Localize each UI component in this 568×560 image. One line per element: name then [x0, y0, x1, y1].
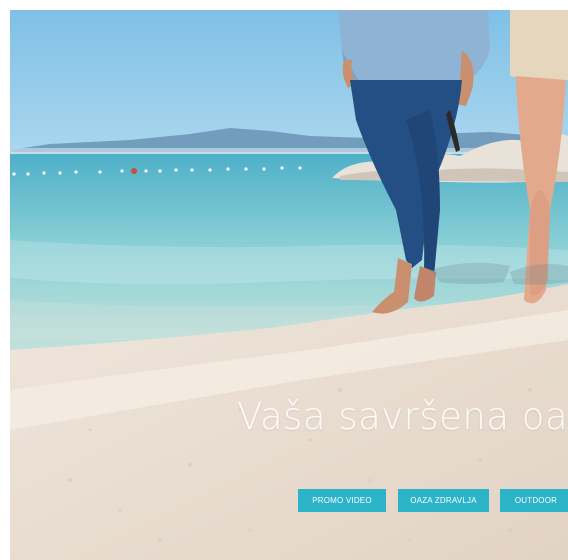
- hero-banner: Vaša savršena oaza PROMO VIDEO OAZA ZDRA…: [10, 10, 568, 560]
- oaza-zdravlja-button[interactable]: OAZA ZDRAVLJA: [398, 489, 489, 512]
- promo-video-button[interactable]: PROMO VIDEO: [298, 489, 386, 512]
- hero-photo: [10, 10, 568, 560]
- outdoor-button[interactable]: OUTDOOR: [500, 489, 568, 512]
- hero-headline: Vaša savršena oaza: [237, 395, 568, 438]
